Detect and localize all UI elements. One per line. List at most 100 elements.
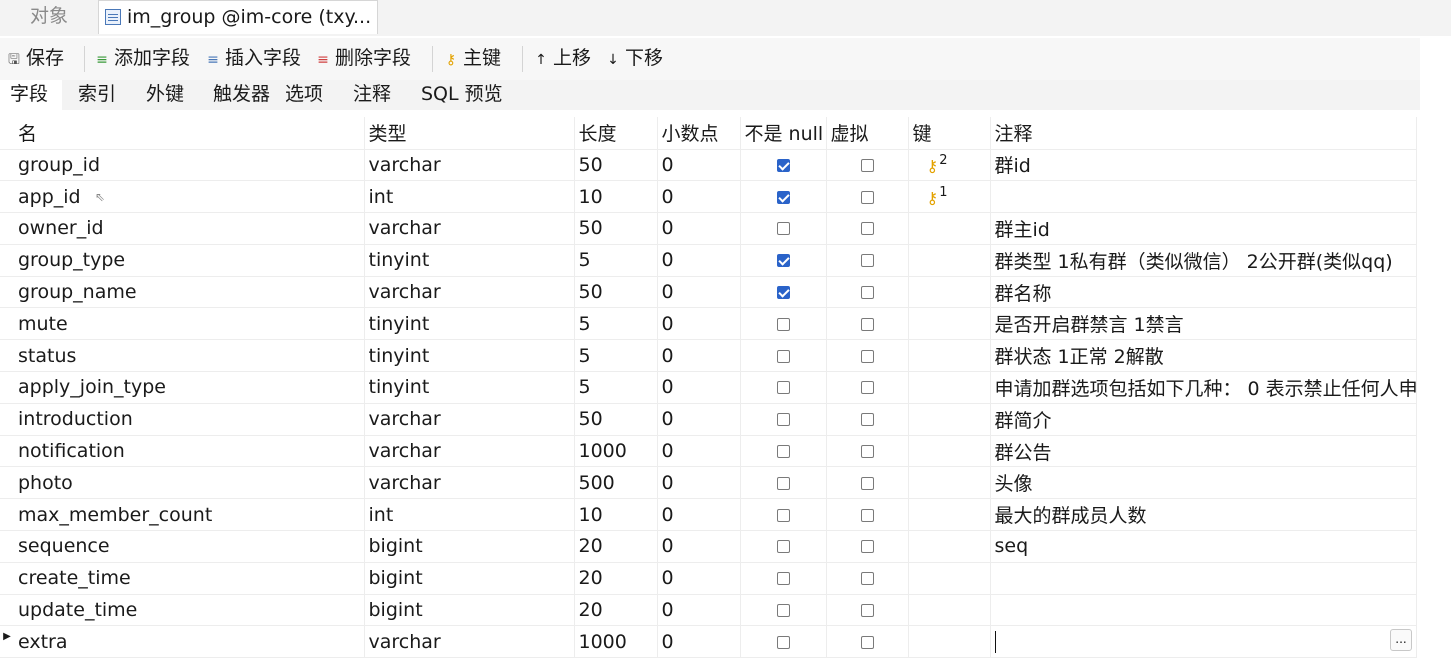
field-length[interactable]: 1000 bbox=[574, 625, 658, 659]
tab-im-group[interactable]: im_group @im-core (txy... bbox=[98, 0, 378, 34]
not-null-checkbox[interactable] bbox=[776, 508, 790, 522]
field-decimals[interactable]: 0 bbox=[657, 149, 741, 182]
key-cell[interactable] bbox=[908, 625, 991, 659]
field-length[interactable]: 5 bbox=[574, 244, 658, 277]
field-length[interactable]: 50 bbox=[574, 149, 658, 182]
key-cell[interactable] bbox=[908, 307, 991, 341]
tab-triggers[interactable]: 触发器 bbox=[213, 80, 270, 110]
virtual-checkbox[interactable] bbox=[860, 604, 874, 618]
table-row[interactable]: ▶ extra varchar 1000 0 bbox=[0, 625, 1417, 659]
field-length[interactable]: 50 bbox=[574, 403, 658, 436]
col-header-length[interactable]: 长度 bbox=[574, 117, 658, 150]
field-type[interactable]: tinyint bbox=[364, 339, 575, 373]
not-null-checkbox[interactable] bbox=[776, 604, 790, 618]
field-decimals[interactable]: 0 bbox=[657, 339, 741, 373]
field-name-cell[interactable]: photo bbox=[0, 466, 365, 500]
not-null-checkbox[interactable] bbox=[776, 349, 790, 363]
key-cell[interactable] bbox=[908, 403, 991, 436]
table-row[interactable]: update_time bigint 20 0 bbox=[0, 594, 1417, 627]
field-type[interactable]: int bbox=[364, 180, 575, 214]
table-row[interactable]: notification varchar 1000 0 群公告 bbox=[0, 435, 1417, 468]
table-row[interactable]: group_type tinyint 5 0 群类型 1私有群（类似微信） 2公开群(类… bbox=[0, 244, 1417, 277]
field-decimals[interactable]: 0 bbox=[657, 466, 741, 500]
not-null-checkbox[interactable] bbox=[776, 413, 790, 427]
field-type[interactable]: bigint bbox=[364, 594, 575, 627]
virtual-checkbox[interactable] bbox=[860, 317, 874, 331]
field-comment[interactable]: 群公告 bbox=[990, 435, 1417, 468]
field-comment[interactable] bbox=[990, 180, 1417, 214]
virtual-checkbox[interactable] bbox=[860, 158, 874, 172]
not-null-checkbox[interactable] bbox=[776, 190, 790, 204]
field-comment[interactable]: 头像 bbox=[990, 466, 1417, 500]
key-cell[interactable] bbox=[908, 530, 991, 563]
field-name-cell[interactable]: ▶ extra bbox=[0, 625, 365, 659]
field-name-cell[interactable]: mute bbox=[0, 307, 365, 341]
field-comment[interactable] bbox=[990, 594, 1417, 627]
insert-field-button[interactable]: ≡ 插入字段 bbox=[205, 38, 301, 80]
field-name-cell[interactable]: introduction bbox=[0, 403, 365, 436]
field-comment[interactable]: 申请加群选项包括如下几种： 0 表示禁止任何人申 bbox=[990, 371, 1417, 404]
field-decimals[interactable]: 0 bbox=[657, 530, 741, 563]
tab-sql-preview[interactable]: SQL 预览 bbox=[421, 80, 503, 110]
field-decimals[interactable]: 0 bbox=[657, 403, 741, 436]
field-type[interactable]: varchar bbox=[364, 276, 575, 309]
key-cell[interactable]: ⚷2 bbox=[908, 149, 991, 182]
field-comment[interactable]: 是否开启群禁言 1禁言 bbox=[990, 307, 1417, 341]
col-header-not-null[interactable]: 不是 null bbox=[740, 117, 827, 150]
table-row[interactable]: sequence bigint 20 0 seq bbox=[0, 530, 1417, 563]
field-decimals[interactable]: 0 bbox=[657, 276, 741, 309]
field-comment[interactable]: 最大的群成员人数 bbox=[990, 498, 1417, 532]
field-type[interactable]: varchar bbox=[364, 435, 575, 468]
col-header-name[interactable]: 名 bbox=[0, 117, 365, 150]
virtual-checkbox[interactable] bbox=[860, 572, 874, 586]
field-comment[interactable]: seq bbox=[990, 530, 1417, 563]
virtual-checkbox[interactable] bbox=[860, 508, 874, 522]
not-null-checkbox[interactable] bbox=[776, 476, 790, 490]
field-name-cell[interactable]: group_type bbox=[0, 244, 365, 277]
field-type[interactable]: bigint bbox=[364, 562, 575, 595]
virtual-checkbox[interactable] bbox=[860, 476, 874, 490]
not-null-checkbox[interactable] bbox=[776, 635, 790, 649]
key-cell[interactable] bbox=[908, 435, 991, 468]
field-name-cell[interactable]: notification bbox=[0, 435, 365, 468]
col-header-comment[interactable]: 注释 bbox=[990, 117, 1417, 150]
field-length[interactable]: 20 bbox=[574, 594, 658, 627]
save-button[interactable]: 🖫 保存 bbox=[6, 38, 64, 80]
key-cell[interactable]: ⚷1 bbox=[908, 180, 991, 214]
virtual-checkbox[interactable] bbox=[860, 635, 874, 649]
field-length[interactable]: 5 bbox=[574, 339, 658, 373]
field-length[interactable]: 20 bbox=[574, 562, 658, 595]
field-length[interactable]: 50 bbox=[574, 212, 658, 245]
field-name-cell[interactable]: update_time bbox=[0, 594, 365, 627]
key-cell[interactable] bbox=[908, 244, 991, 277]
key-cell[interactable] bbox=[908, 371, 991, 404]
field-type[interactable]: tinyint bbox=[364, 307, 575, 341]
key-cell[interactable] bbox=[908, 276, 991, 309]
key-cell[interactable] bbox=[908, 212, 991, 245]
tab-indexes[interactable]: 索引 bbox=[78, 80, 116, 110]
virtual-checkbox[interactable] bbox=[860, 349, 874, 363]
not-null-checkbox[interactable] bbox=[776, 158, 790, 172]
tab-foreign-keys[interactable]: 外键 bbox=[146, 80, 184, 110]
field-decimals[interactable]: 0 bbox=[657, 625, 741, 659]
key-cell[interactable] bbox=[908, 498, 991, 532]
table-row[interactable]: mute tinyint 5 0 是否开启群禁言 1禁言 bbox=[0, 307, 1417, 341]
field-comment[interactable]: 群状态 1正常 2解散 bbox=[990, 339, 1417, 373]
tab-comments[interactable]: 注释 bbox=[353, 80, 391, 110]
not-null-checkbox[interactable] bbox=[776, 445, 790, 459]
not-null-checkbox[interactable] bbox=[776, 286, 790, 300]
field-type[interactable]: tinyint bbox=[364, 371, 575, 404]
field-length[interactable]: 10 bbox=[574, 498, 658, 532]
field-name-cell[interactable]: app_id bbox=[0, 180, 365, 214]
field-length[interactable]: 500 bbox=[574, 466, 658, 500]
col-header-decimals[interactable]: 小数点 bbox=[657, 117, 741, 150]
field-type[interactable]: varchar bbox=[364, 625, 575, 659]
field-comment[interactable] bbox=[990, 562, 1417, 595]
virtual-checkbox[interactable] bbox=[860, 190, 874, 204]
field-length[interactable]: 10 bbox=[574, 180, 658, 214]
field-decimals[interactable]: 0 bbox=[657, 594, 741, 627]
table-row[interactable]: create_time bigint 20 0 bbox=[0, 562, 1417, 595]
field-comment[interactable]: 群主id bbox=[990, 212, 1417, 245]
not-null-checkbox[interactable] bbox=[776, 317, 790, 331]
field-comment[interactable]: 群id bbox=[990, 149, 1417, 182]
